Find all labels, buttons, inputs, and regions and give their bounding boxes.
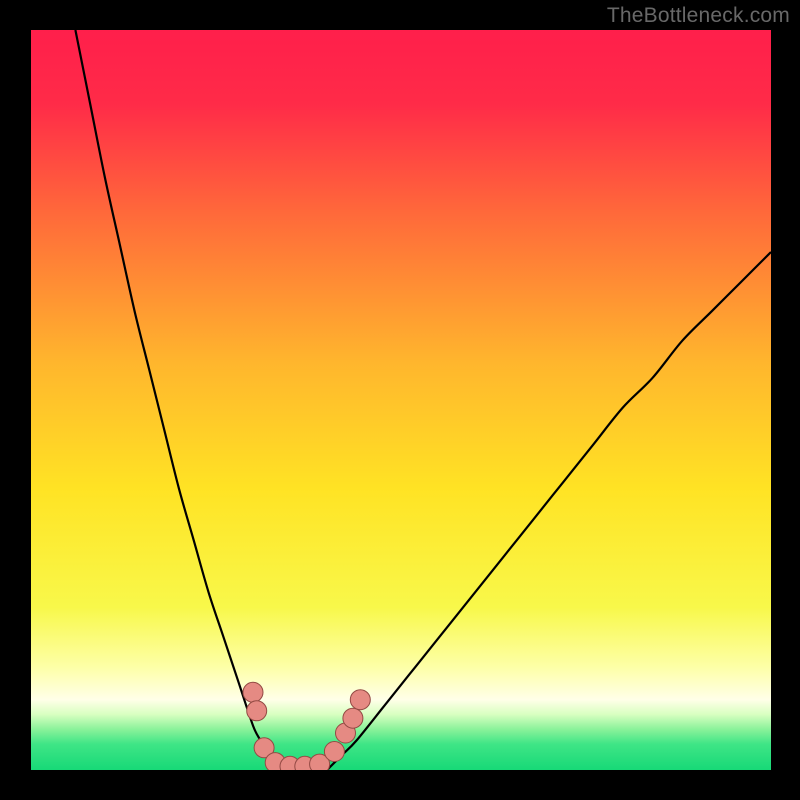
marker-dot xyxy=(324,742,344,762)
chart-frame: TheBottleneck.com xyxy=(0,0,800,800)
marker-dot xyxy=(343,708,363,728)
chart-background xyxy=(31,30,771,770)
marker-dot xyxy=(247,701,267,721)
marker-dot xyxy=(350,690,370,710)
bottleneck-chart xyxy=(31,30,771,770)
marker-dot xyxy=(243,682,263,702)
watermark-label: TheBottleneck.com xyxy=(607,4,790,28)
